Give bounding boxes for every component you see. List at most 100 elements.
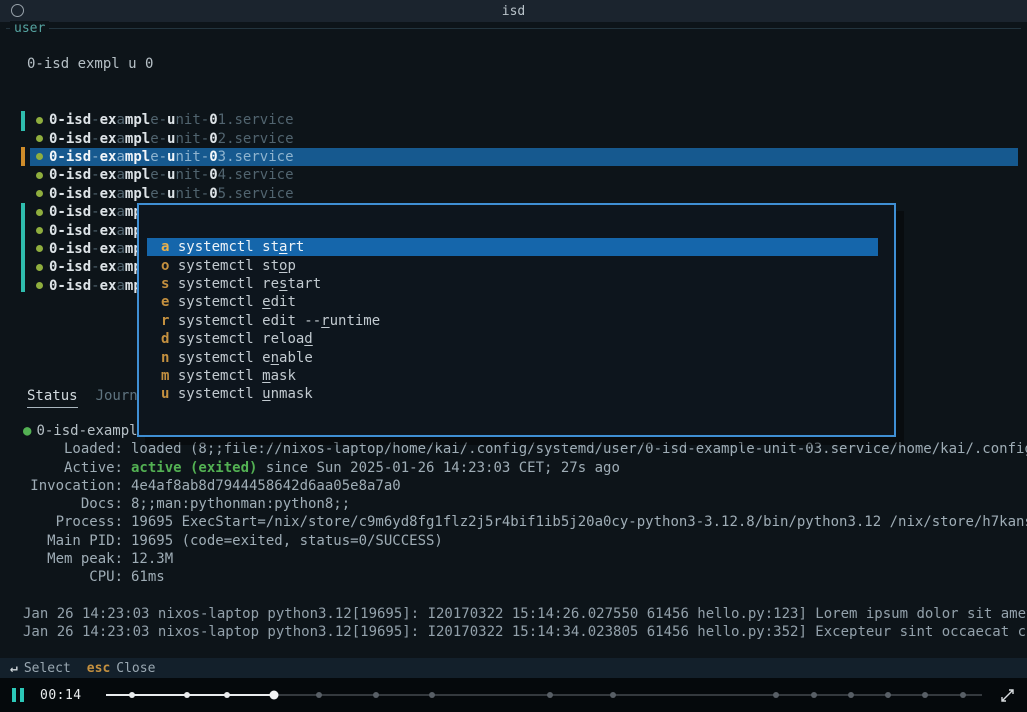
progress-track[interactable]	[106, 694, 982, 696]
chapter-marker[interactable]	[429, 692, 435, 698]
fullscreen-icon[interactable]	[1000, 688, 1015, 703]
unit-name-segment: ex	[100, 241, 117, 257]
chapter-marker[interactable]	[224, 692, 230, 698]
command-text: able	[279, 350, 313, 366]
playhead[interactable]	[269, 691, 278, 700]
status-field-label: Invocation:	[23, 477, 123, 495]
unit-row[interactable]: 0-isd-example-unit-02.service	[30, 129, 1018, 147]
command-text: systemctl	[169, 368, 262, 384]
command-key: m	[161, 368, 169, 384]
unit-name-segment: -	[91, 149, 99, 165]
status-field-value: 61ms	[131, 568, 165, 586]
unit-name-segment: 0-isd	[49, 241, 91, 257]
elapsed-time: 00:14	[40, 688, 82, 703]
status-field: Loaded:loaded (8;;file://nixos-laptop/ho…	[23, 440, 1027, 458]
unit-name-segment: 0-isd	[49, 186, 91, 202]
unit-name-segment: 0-isd	[49, 131, 91, 147]
command-key: r	[161, 313, 169, 329]
command-text: systemctl reloa	[169, 331, 304, 347]
unit-name-segment: -	[91, 186, 99, 202]
unit-name-segment: 0	[209, 112, 217, 128]
unit-name-segment: mpl	[125, 112, 150, 128]
chapter-marker[interactable]	[129, 692, 135, 698]
chapter-marker[interactable]	[184, 692, 190, 698]
command-item[interactable]: u systemctl unmask	[147, 385, 878, 403]
command-key: a	[161, 239, 169, 255]
unit-row[interactable]: 0-isd-example-unit-05.service	[30, 185, 1018, 203]
unit-row[interactable]: 0-isd-example-unit-01.service	[30, 111, 1018, 129]
tab-status[interactable]: Status	[27, 388, 78, 408]
status-field: Invocation:4e4af8ab8d7944458642d6aa05e8a…	[23, 477, 1027, 495]
unit-name-segment: 0-isd	[49, 112, 91, 128]
unit-name-segment: ex	[100, 278, 117, 294]
titlebar-circle-icon	[11, 4, 24, 17]
unit-name-segment: u	[167, 186, 175, 202]
footer-key[interactable]: esc	[87, 661, 110, 676]
command-key: u	[161, 386, 169, 402]
preview-tabs: StatusJournal	[27, 388, 155, 408]
command-text: nmask	[271, 386, 313, 402]
command-item[interactable]: d systemctl reload	[147, 330, 878, 348]
pause-button[interactable]	[12, 688, 24, 702]
command-item[interactable]: o systemctl stop	[147, 256, 878, 274]
status-field-label: Active:	[23, 459, 123, 477]
command-key: o	[161, 258, 169, 274]
unit-name-segment: -	[91, 259, 99, 275]
chapter-marker[interactable]	[773, 692, 779, 698]
command-text: systemctl st	[169, 258, 279, 274]
unit-name-segment: 0-isd	[49, 167, 91, 183]
unit-name-segment: 0	[209, 167, 217, 183]
unit-name-segment: mpl	[125, 131, 150, 147]
status-field-value: 19695 (code=exited, status=0/SUCCESS)	[131, 532, 443, 550]
unit-name-segment: a	[116, 259, 124, 275]
unit-row[interactable]: 0-isd-example-unit-03.service	[30, 148, 1018, 166]
chapter-marker[interactable]	[373, 692, 379, 698]
command-item[interactable]: e systemctl edit	[147, 293, 878, 311]
unit-row[interactable]: 0-isd-example-unit-04.service	[30, 166, 1018, 184]
unit-name-segment: -	[91, 204, 99, 220]
unit-status-icon	[36, 135, 43, 142]
unit-name-segment: 0	[209, 186, 217, 202]
unit-name-segment: a	[116, 278, 124, 294]
chapter-marker[interactable]	[316, 692, 322, 698]
unit-name-segment: ex	[100, 223, 117, 239]
status-field: CPU:61ms	[23, 568, 1027, 586]
chapter-marker[interactable]	[610, 692, 616, 698]
command-item[interactable]: m systemctl mask	[147, 367, 878, 385]
unit-name-segment: ex	[100, 149, 117, 165]
chapter-marker[interactable]	[848, 692, 854, 698]
blank-line	[23, 587, 1027, 605]
command-item[interactable]: a systemctl start	[147, 238, 878, 256]
unit-name-segment: u	[167, 149, 175, 165]
chapter-marker[interactable]	[922, 692, 928, 698]
command-text: systemctl edit --	[169, 313, 321, 329]
unit-name-segment: ex	[100, 186, 117, 202]
unit-status-icon	[36, 117, 43, 124]
search-input[interactable]: 0-isd exmpl u 0	[27, 56, 153, 72]
unit-name-segment: 2.service	[218, 131, 294, 147]
command-item[interactable]: s systemctl restart	[147, 275, 878, 293]
unit-active-icon: ●	[23, 422, 31, 440]
systemd-mode-selector[interactable]: user	[10, 21, 49, 36]
unit-name-segment: u	[167, 131, 175, 147]
unit-status-icon	[36, 245, 43, 252]
unit-status-icon	[36, 209, 43, 216]
chapter-marker[interactable]	[885, 692, 891, 698]
unit-status-icon	[36, 153, 43, 160]
status-field-value: 19695 ExecStart=/nix/store/c9m6yd8fg1flz…	[131, 513, 1027, 531]
footer-key[interactable]: ↵	[10, 661, 18, 676]
unit-name-segment: e-	[150, 131, 167, 147]
unit-status-icon	[36, 190, 43, 197]
chapter-marker[interactable]	[811, 692, 817, 698]
command-item[interactable]: n systemctl enable	[147, 348, 878, 366]
command-text: systemctl	[169, 386, 262, 402]
footer-key-label: Close	[116, 661, 155, 676]
unit-name-segment: 0-isd	[49, 149, 91, 165]
unit-name-segment: nit-	[175, 112, 209, 128]
chapter-marker[interactable]	[960, 692, 966, 698]
chapter-marker[interactable]	[547, 692, 553, 698]
command-item[interactable]: r systemctl edit --runtime	[147, 312, 878, 330]
unit-name-segment: e-	[150, 186, 167, 202]
unit-name-segment: a	[116, 223, 124, 239]
command-text: rt	[287, 239, 304, 255]
